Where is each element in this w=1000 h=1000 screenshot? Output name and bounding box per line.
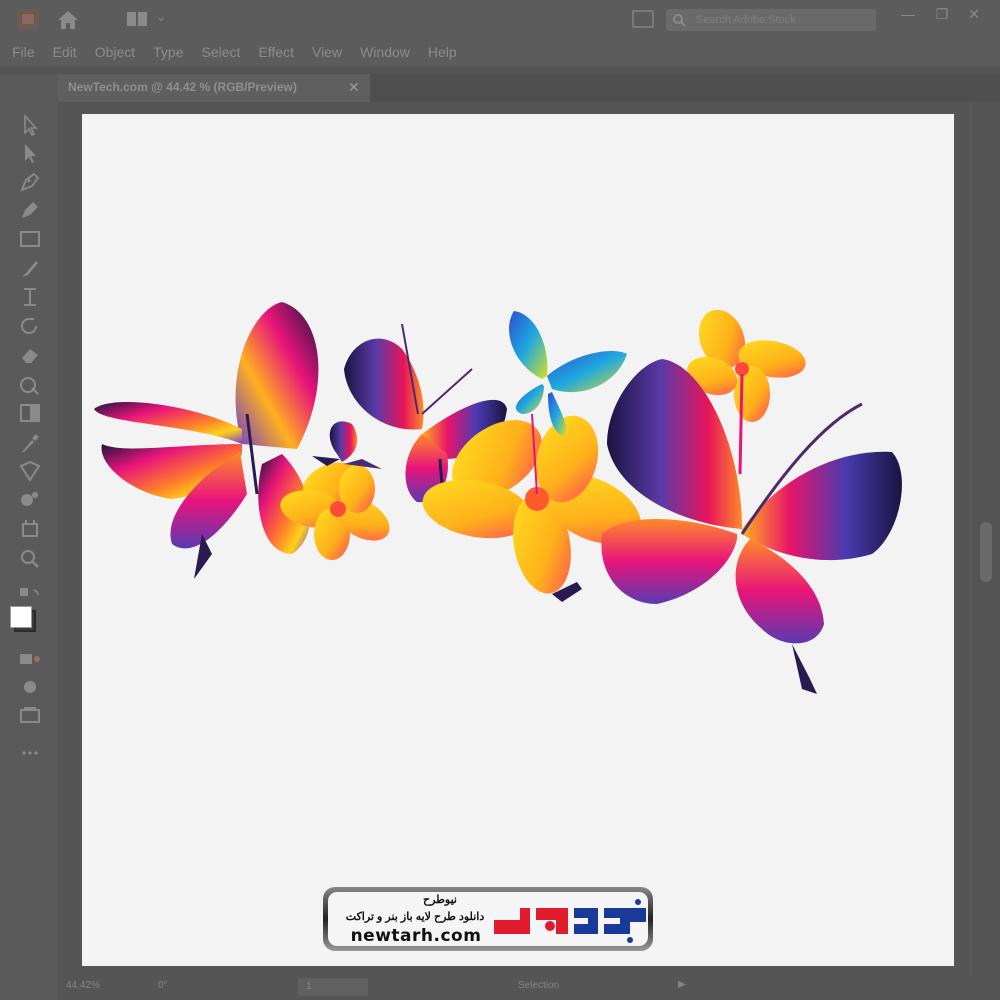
search-icon xyxy=(673,14,686,27)
close-icon[interactable]: ✕ xyxy=(348,79,360,96)
artboard-tool-icon[interactable] xyxy=(18,518,42,540)
illustrator-window: ⌄ — ❐ ✕ File Edit Object Type Select Eff… xyxy=(0,0,1000,1000)
current-tool-label[interactable]: Selection xyxy=(518,980,559,991)
newtarh-logo-icon xyxy=(494,899,646,943)
chevron-down-icon[interactable]: ⌄ xyxy=(156,10,166,24)
curvature-tool-icon[interactable] xyxy=(18,198,42,220)
eraser-tool-icon[interactable] xyxy=(18,344,42,366)
watermark-tagline: دانلود طرح لایه باز بنر و تراکت xyxy=(345,911,485,923)
shape-builder-tool-icon[interactable] xyxy=(18,374,42,396)
eyedropper-tool-icon[interactable] xyxy=(18,432,42,454)
fill-swatch[interactable] xyxy=(10,606,32,628)
artboard-navigator[interactable]: 1 xyxy=(298,978,368,996)
symbol-sprayer-tool-icon[interactable] xyxy=(18,488,42,510)
restore-button[interactable]: ❐ xyxy=(930,4,954,24)
default-colors-icon[interactable] xyxy=(18,586,42,608)
workspace-switcher-icon[interactable] xyxy=(126,11,148,27)
app-logo-icon xyxy=(17,9,39,29)
rotation-view[interactable]: 0° xyxy=(158,980,168,991)
control-bar xyxy=(0,66,1000,74)
menu-type[interactable]: Type xyxy=(153,44,183,60)
tools-panel xyxy=(6,102,56,962)
menu-bar: File Edit Object Type Select Effect View… xyxy=(0,38,1000,66)
rotate-tool-icon[interactable] xyxy=(18,314,42,336)
menu-object[interactable]: Object xyxy=(95,44,135,60)
search-input[interactable] xyxy=(696,11,866,29)
gradient-tool-icon[interactable] xyxy=(18,402,42,424)
arrange-documents-icon[interactable] xyxy=(632,10,654,28)
paintbrush-tool-icon[interactable] xyxy=(18,258,42,280)
menu-window[interactable]: Window xyxy=(360,44,410,60)
screen-mode-icon[interactable] xyxy=(18,704,42,726)
width-tool-icon[interactable] xyxy=(18,286,42,308)
butterfly-small-dark[interactable] xyxy=(312,421,382,469)
direct-selection-tool-icon[interactable] xyxy=(18,142,42,164)
butterfly-left[interactable] xyxy=(94,302,319,579)
draw-mode-icon[interactable] xyxy=(18,676,42,698)
zoom-tool-icon[interactable] xyxy=(18,548,42,570)
menu-view[interactable]: View xyxy=(312,44,342,60)
vertical-scrollbar[interactable] xyxy=(972,102,1000,974)
menu-file[interactable]: File xyxy=(12,44,35,60)
more-tools-icon[interactable] xyxy=(18,742,42,764)
zoom-level[interactable]: 44.42% xyxy=(66,980,100,991)
pen-tool-icon[interactable] xyxy=(18,170,42,192)
app-bar: ⌄ — ❐ ✕ xyxy=(0,0,1000,38)
search-box[interactable] xyxy=(666,9,876,31)
watermark-url: newtarh.com xyxy=(350,926,482,946)
menu-effect[interactable]: Effect xyxy=(258,44,294,60)
play-icon[interactable]: ▶ xyxy=(678,979,686,990)
minimize-button[interactable]: — xyxy=(896,4,920,24)
menu-select[interactable]: Select xyxy=(202,44,241,60)
scrollbar-thumb[interactable] xyxy=(980,522,992,582)
document-tab-bar: NewTech.com @ 44.42 % (RGB/Preview) ✕ xyxy=(58,74,1000,102)
selection-tool-icon[interactable] xyxy=(18,113,42,137)
menu-help[interactable]: Help xyxy=(428,44,457,60)
menu-edit[interactable]: Edit xyxy=(53,44,77,60)
document-tab-label: NewTech.com @ 44.42 % (RGB/Preview) xyxy=(68,80,297,94)
rectangle-tool-icon[interactable] xyxy=(18,228,42,250)
home-icon[interactable] xyxy=(56,9,80,31)
color-mode-icon[interactable] xyxy=(18,648,42,670)
status-bar: 44.42% 0° 1 Selection ▶ xyxy=(58,974,1000,1000)
watermark-name: نیوطرح xyxy=(423,894,457,906)
close-window-button[interactable]: ✕ xyxy=(962,4,986,24)
document-tab[interactable]: NewTech.com @ 44.42 % (RGB/Preview) ✕ xyxy=(58,74,370,102)
butterfly-flower-artwork[interactable] xyxy=(82,114,954,966)
blend-tool-icon[interactable] xyxy=(18,460,42,482)
